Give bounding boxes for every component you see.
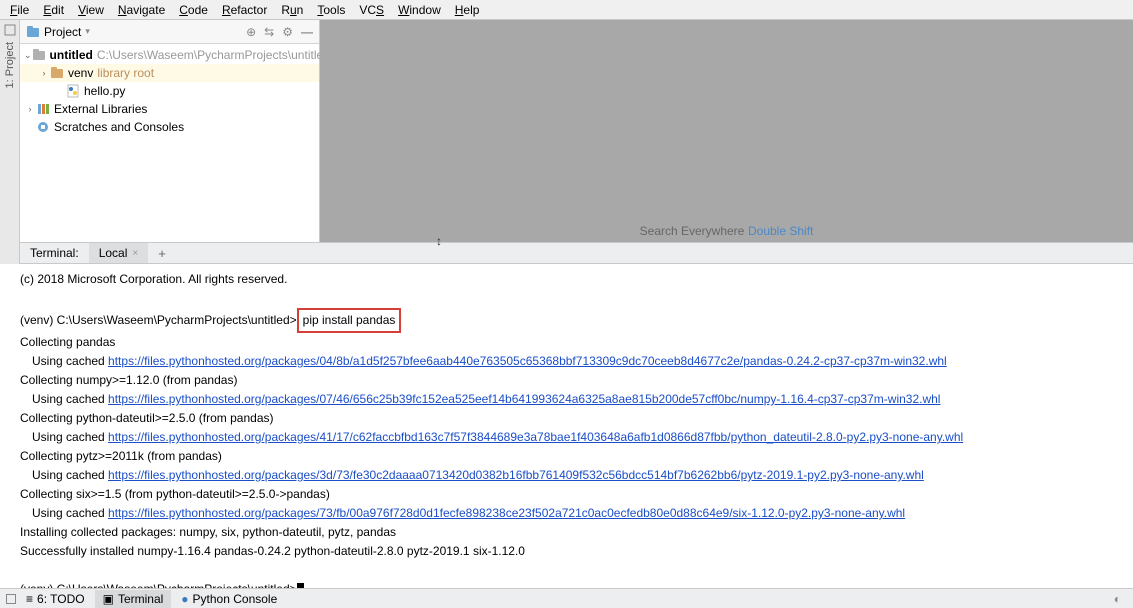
placeholder-text: Search Everywhere [640, 224, 745, 238]
status-square-icon[interactable] [6, 594, 16, 604]
chevron-down-icon[interactable]: ⌄ [24, 50, 32, 61]
cached-url-link[interactable]: https://files.pythonhosted.org/packages/… [108, 468, 924, 482]
venv-note: library root [97, 66, 154, 80]
cached-url-link[interactable]: https://files.pythonhosted.org/packages/… [108, 392, 940, 406]
status-terminal[interactable]: ▣ Terminal [95, 590, 172, 608]
scratch-name: Scratches and Consoles [54, 120, 184, 134]
python-file-icon [66, 84, 80, 98]
menu-edit[interactable]: Edit [36, 1, 71, 19]
terminal-icon: ▣ [103, 592, 114, 606]
cached-url-link[interactable]: https://files.pythonhosted.org/packages/… [108, 430, 963, 444]
tree-external-libs[interactable]: › External Libraries [20, 100, 319, 118]
menu-refactor[interactable]: Refactor [215, 1, 274, 19]
menu-navigate[interactable]: Navigate [111, 1, 172, 19]
term-line: Collecting six>=1.5 (from python-dateuti… [20, 485, 1113, 504]
editor-area: Search Everywhere Double Shift [320, 20, 1133, 242]
hide-icon[interactable]: — [301, 25, 313, 39]
sidebar-header: Project ▾ ⊕ ⇆ ⚙ — [20, 20, 319, 44]
terminal-title: Terminal: [20, 243, 89, 263]
menu-view[interactable]: View [71, 1, 111, 19]
collapse-icon[interactable]: ⇆ [264, 25, 274, 39]
term-line: (venv) C:\Users\Waseem\PycharmProjects\u… [20, 308, 1113, 333]
term-line: Using cached https://files.pythonhosted.… [20, 504, 1113, 523]
menu-help[interactable]: Help [448, 1, 487, 19]
term-line: Installing collected packages: numpy, si… [20, 523, 1113, 542]
terminal-tab-label: Local [99, 246, 128, 260]
root-path: C:\Users\Waseem\PycharmProjects\untitled [97, 48, 330, 62]
folder-icon [32, 48, 46, 62]
cached-url-link[interactable]: https://files.pythonhosted.org/packages/… [108, 506, 905, 520]
term-line: Using cached https://files.pythonhosted.… [20, 428, 1113, 447]
menu-code[interactable]: Code [172, 1, 215, 19]
tool-tab-project[interactable]: 1: Project [2, 36, 18, 94]
project-tree: ⌄ untitled C:\Users\Waseem\PycharmProjec… [20, 44, 319, 242]
placeholder-shortcut: Double Shift [748, 224, 813, 238]
locate-icon[interactable]: ⊕ [246, 25, 256, 39]
status-python-console[interactable]: ● Python Console [173, 590, 285, 608]
tree-root[interactable]: ⌄ untitled C:\Users\Waseem\PycharmProjec… [20, 46, 319, 64]
term-line: Collecting python-dateutil>=2.5.0 (from … [20, 409, 1113, 428]
python-icon: ● [181, 592, 188, 606]
menu-file[interactable]: File [3, 1, 36, 19]
scratches-icon [36, 120, 50, 134]
sidebar-title: Project [44, 25, 81, 39]
gear-icon[interactable]: ⚙ [282, 25, 293, 39]
menu-run[interactable]: Run [274, 1, 310, 19]
menu-tools[interactable]: Tools [310, 1, 352, 19]
close-tab-icon[interactable]: × [132, 248, 138, 259]
term-line: (c) 2018 Microsoft Corporation. All righ… [20, 270, 1113, 289]
term-line: Collecting pandas [20, 333, 1113, 352]
left-tool-gutter: 1: Project [0, 20, 20, 242]
chevron-right-icon[interactable]: › [38, 68, 50, 78]
libraries-icon [36, 102, 50, 116]
menu-window[interactable]: Window [391, 1, 448, 19]
term-line: Using cached https://files.pythonhosted.… [20, 390, 1113, 409]
tree-venv[interactable]: › venv library root [20, 64, 319, 82]
root-name: untitled [50, 48, 93, 62]
terminal-body[interactable]: (c) 2018 Microsoft Corporation. All righ… [0, 264, 1133, 588]
term-prompt-line: (venv) C:\Users\Waseem\PycharmProjects\u… [20, 580, 1113, 588]
menu-bar: File Edit View Navigate Code Refactor Ru… [0, 0, 1133, 20]
square-icon [4, 24, 16, 36]
tree-scratches[interactable]: Scratches and Consoles [20, 118, 319, 136]
ext-name: External Libraries [54, 102, 147, 116]
dropdown-icon[interactable]: ▾ [85, 26, 90, 37]
menu-vcs[interactable]: VCS [352, 1, 391, 19]
term-line: Collecting numpy>=1.12.0 (from pandas) [20, 371, 1113, 390]
terminal-tab-local[interactable]: Local × [89, 243, 149, 263]
status-bar: ≡ 6: TODO ▣ Terminal ● Python Console ◐ [0, 588, 1133, 608]
status-todo[interactable]: ≡ 6: TODO [18, 590, 93, 608]
term-line: Successfully installed numpy-1.16.4 pand… [20, 542, 1113, 561]
list-icon: ≡ [26, 592, 33, 606]
cached-url-link[interactable]: https://files.pythonhosted.org/packages/… [108, 354, 947, 368]
term-line: Using cached https://files.pythonhosted.… [20, 352, 1113, 371]
new-terminal-button[interactable]: + [148, 243, 176, 264]
project-icon [26, 25, 40, 39]
tree-hello[interactable]: hello.py [20, 82, 319, 100]
chevron-right-icon[interactable]: › [24, 104, 36, 114]
term-line: Collecting pytz>=2011k (from pandas) [20, 447, 1113, 466]
folder-icon [50, 66, 64, 80]
venv-name: venv [68, 66, 93, 80]
project-sidebar: Project ▾ ⊕ ⇆ ⚙ — ⌄ untitled C:\Users\Wa… [20, 20, 320, 242]
hello-name: hello.py [84, 84, 125, 98]
terminal-header: Terminal: Local × + [0, 242, 1133, 264]
status-right-icon[interactable]: ◐ [1114, 592, 1127, 606]
editor-placeholder: Search Everywhere Double Shift [640, 223, 814, 238]
highlighted-command: pip install pandas [297, 308, 402, 333]
term-line: Using cached https://files.pythonhosted.… [20, 466, 1113, 485]
